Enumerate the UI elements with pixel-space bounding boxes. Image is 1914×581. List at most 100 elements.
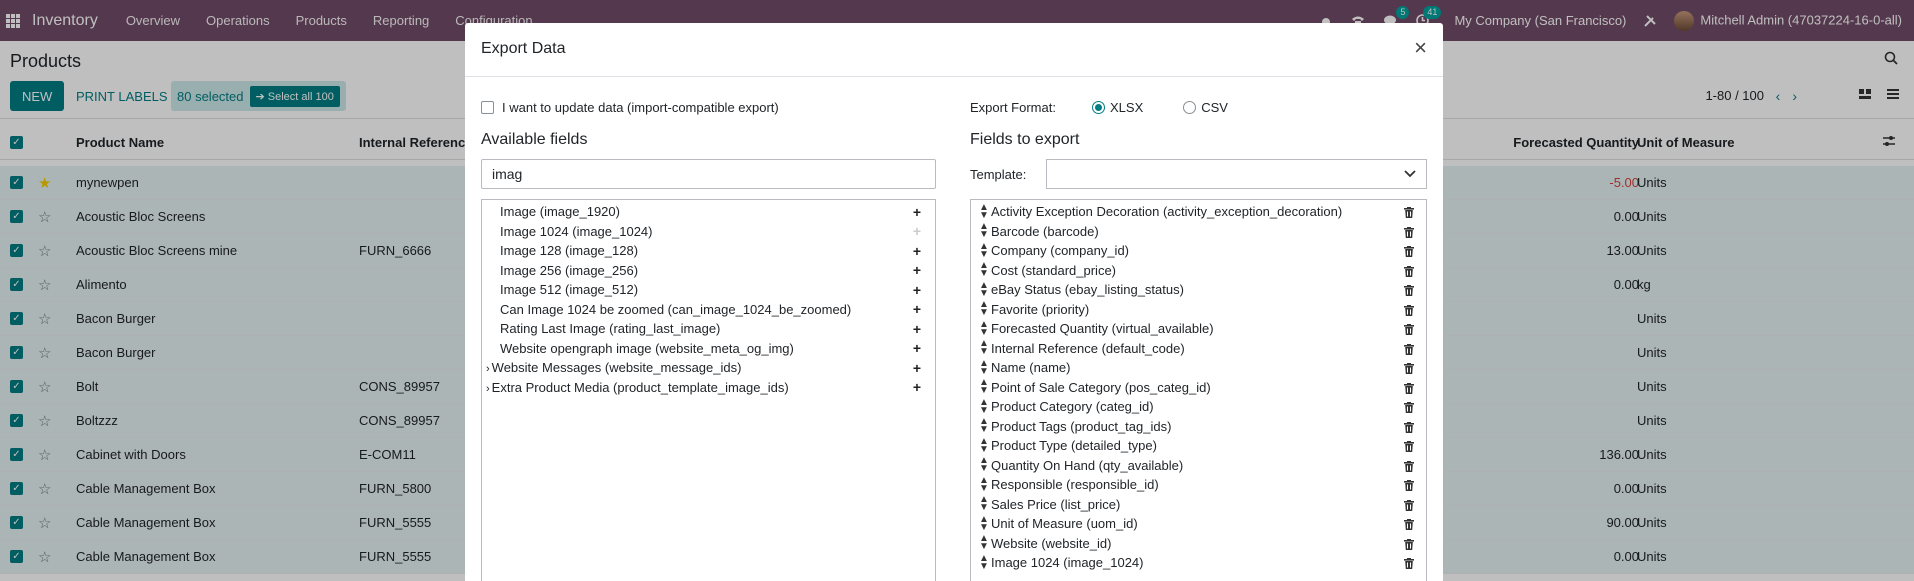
trash-icon[interactable] (1404, 518, 1414, 531)
trash-icon[interactable] (1404, 206, 1414, 219)
drag-handle-icon[interactable]: ▲ ▼ (979, 202, 989, 220)
format-xlsx-radio[interactable]: XLSX (1092, 100, 1143, 115)
export-field-label: Website (website_id) (991, 535, 1112, 551)
trash-icon[interactable] (1404, 499, 1414, 511)
radio-dot[interactable] (1183, 100, 1197, 114)
trash-icon[interactable] (1404, 304, 1414, 316)
trash-icon[interactable] (1404, 538, 1414, 550)
trash-icon[interactable] (1404, 460, 1414, 472)
drag-handle-icon[interactable]: ▲ ▼ (979, 456, 989, 474)
export-field-item[interactable]: ▲ ▼ Image 1024 (image_1024) (971, 553, 1426, 573)
drag-handle-icon[interactable]: ▲ ▼ (979, 261, 989, 279)
add-field-icon[interactable]: + (913, 340, 921, 356)
radio-dot[interactable] (1092, 100, 1105, 114)
trash-icon[interactable] (1404, 323, 1414, 336)
drag-handle-icon[interactable]: ▲ ▼ (979, 300, 989, 318)
import-compatible-label: I want to update data (import-compatible… (502, 99, 779, 115)
trash-icon[interactable] (1404, 284, 1414, 297)
export-field-item[interactable]: ▲ ▼ Point of Sale Category (pos_categ_id) (971, 378, 1426, 398)
available-field-label: › Website Messages (website_message_ids) (486, 360, 741, 375)
available-field-item[interactable]: Image 256 (image_256) + (482, 261, 935, 281)
add-field-icon[interactable]: + (913, 360, 921, 376)
field-name: Can Image 1024 be zoomed (can_image_1024… (500, 301, 852, 317)
available-field-item[interactable]: Image 512 (image_512) + (482, 280, 935, 300)
available-field-label: Image 256 (image_256) (500, 263, 638, 278)
add-field-icon[interactable]: + (913, 204, 921, 220)
trash-icon[interactable] (1404, 401, 1414, 414)
trash-icon[interactable] (1404, 557, 1414, 570)
export-field-item[interactable]: ▲ ▼ Product Type (detailed_type) (971, 436, 1426, 456)
add-field-icon[interactable]: + (913, 321, 921, 337)
drag-handle-icon[interactable]: ▲ ▼ (979, 319, 989, 337)
drag-handle-icon[interactable]: ▲ ▼ (979, 417, 989, 435)
export-field-item[interactable]: ▲ ▼ Name (name) (971, 358, 1426, 378)
drag-handle-icon[interactable]: ▲ ▼ (979, 222, 989, 240)
checkbox-box[interactable] (481, 100, 494, 114)
export-field-item[interactable]: ▲ ▼ eBay Status (ebay_listing_status) (971, 280, 1426, 300)
add-field-icon[interactable]: + (913, 282, 921, 298)
drag-handle-icon[interactable]: ▲ ▼ (979, 280, 989, 298)
export-field-label: Product Type (detailed_type) (991, 438, 1157, 454)
available-field-label: Rating Last Image (rating_last_image) (500, 321, 720, 336)
available-field-item[interactable]: Can Image 1024 be zoomed (can_image_1024… (482, 300, 935, 320)
trash-icon[interactable] (1404, 245, 1414, 258)
drag-handle-icon[interactable]: ▲ ▼ (979, 475, 989, 493)
chevron-right-icon[interactable]: › (486, 363, 490, 375)
add-field-icon[interactable]: + (913, 301, 921, 317)
export-field-item[interactable]: ▲ ▼ Internal Reference (default_code) (971, 339, 1426, 359)
available-field-item[interactable]: Image 128 (image_128) + (482, 241, 935, 261)
export-field-item[interactable]: ▲ ▼ Sales Price (list_price) (971, 495, 1426, 515)
export-field-item[interactable]: ▲ ▼ Unit of Measure (uom_id) (971, 514, 1426, 534)
template-select[interactable] (1046, 159, 1427, 189)
trash-icon[interactable] (1404, 362, 1414, 375)
drag-handle-icon[interactable]: ▲ ▼ (979, 241, 989, 259)
export-field-item[interactable]: ▲ ▼ Quantity On Hand (qty_available) (971, 456, 1426, 476)
drag-handle-icon[interactable]: ▲ ▼ (979, 514, 989, 532)
export-field-item[interactable]: ▲ ▼ Barcode (barcode) (971, 222, 1426, 242)
available-field-item[interactable]: Rating Last Image (rating_last_image) + (482, 319, 935, 339)
export-field-item[interactable]: ▲ ▼ Product Category (categ_id) (971, 397, 1426, 417)
export-field-item[interactable]: ▲ ▼ Responsible (responsible_id) (971, 475, 1426, 495)
field-name: Image (image_1920) (500, 204, 620, 220)
available-field-item[interactable]: Image (image_1920) + (482, 202, 935, 222)
drag-handle-icon[interactable]: ▲ ▼ (979, 495, 989, 513)
drag-handle-icon[interactable]: ▲ ▼ (979, 397, 989, 415)
available-fields-title: Available fields (481, 131, 588, 148)
export-field-item[interactable]: ▲ ▼ Website (website_id) (971, 534, 1426, 554)
trash-icon[interactable] (1404, 479, 1414, 492)
drag-handle-icon[interactable]: ▲ ▼ (979, 378, 989, 396)
add-field-icon[interactable]: + (913, 262, 921, 278)
export-field-item[interactable]: ▲ ▼ Product Tags (product_tag_ids) (971, 417, 1426, 437)
close-icon[interactable]: × (1414, 37, 1427, 59)
import-compatible-checkbox[interactable]: I want to update data (import-compatible… (481, 97, 936, 117)
field-search-input[interactable]: imag (481, 159, 936, 189)
available-field-item[interactable]: Image 1024 (image_1024) + (482, 222, 935, 242)
add-field-icon[interactable]: + (913, 379, 921, 395)
available-field-item[interactable]: Website opengraph image (website_meta_og… (482, 339, 935, 359)
trash-icon[interactable] (1404, 421, 1414, 433)
add-field-icon[interactable]: + (913, 223, 921, 239)
chevron-right-icon[interactable]: › (486, 383, 490, 395)
available-field-item[interactable]: › Extra Product Media (product_template_i… (482, 378, 935, 398)
drag-handle-icon[interactable]: ▲ ▼ (979, 358, 989, 376)
drag-handle-icon[interactable]: ▲ ▼ (979, 553, 989, 571)
export-field-item[interactable]: ▲ ▼ Favorite (priority) (971, 300, 1426, 320)
chevron-down-icon[interactable] (1404, 167, 1416, 181)
drag-handle-icon[interactable]: ▲ ▼ (979, 436, 989, 454)
export-field-item[interactable]: ▲ ▼ Cost (standard_price) (971, 261, 1426, 281)
export-field-item[interactable]: ▲ ▼ Company (company_id) (971, 241, 1426, 261)
trash-icon[interactable] (1404, 226, 1414, 238)
trash-icon[interactable] (1404, 440, 1414, 453)
trash-icon[interactable] (1404, 382, 1414, 394)
trash-icon[interactable] (1404, 265, 1414, 277)
trash-icon[interactable] (1404, 343, 1414, 355)
export-field-item[interactable]: ▲ ▼ Forecasted Quantity (virtual_available… (971, 319, 1426, 339)
format-xlsx-label: XLSX (1110, 99, 1144, 115)
available-field-item[interactable]: › Website Messages (website_message_ids) + (482, 358, 935, 378)
drag-handle-icon[interactable]: ▲ ▼ (979, 339, 989, 357)
format-csv-radio[interactable]: CSV (1183, 100, 1228, 115)
add-field-icon[interactable]: + (913, 243, 921, 259)
drag-handle-icon[interactable]: ▲ ▼ (979, 534, 989, 552)
export-field-label: Quantity On Hand (qty_available) (991, 457, 1184, 473)
export-field-item[interactable]: ▲ ▼ Activity Exception Decoration (activit… (971, 202, 1426, 222)
